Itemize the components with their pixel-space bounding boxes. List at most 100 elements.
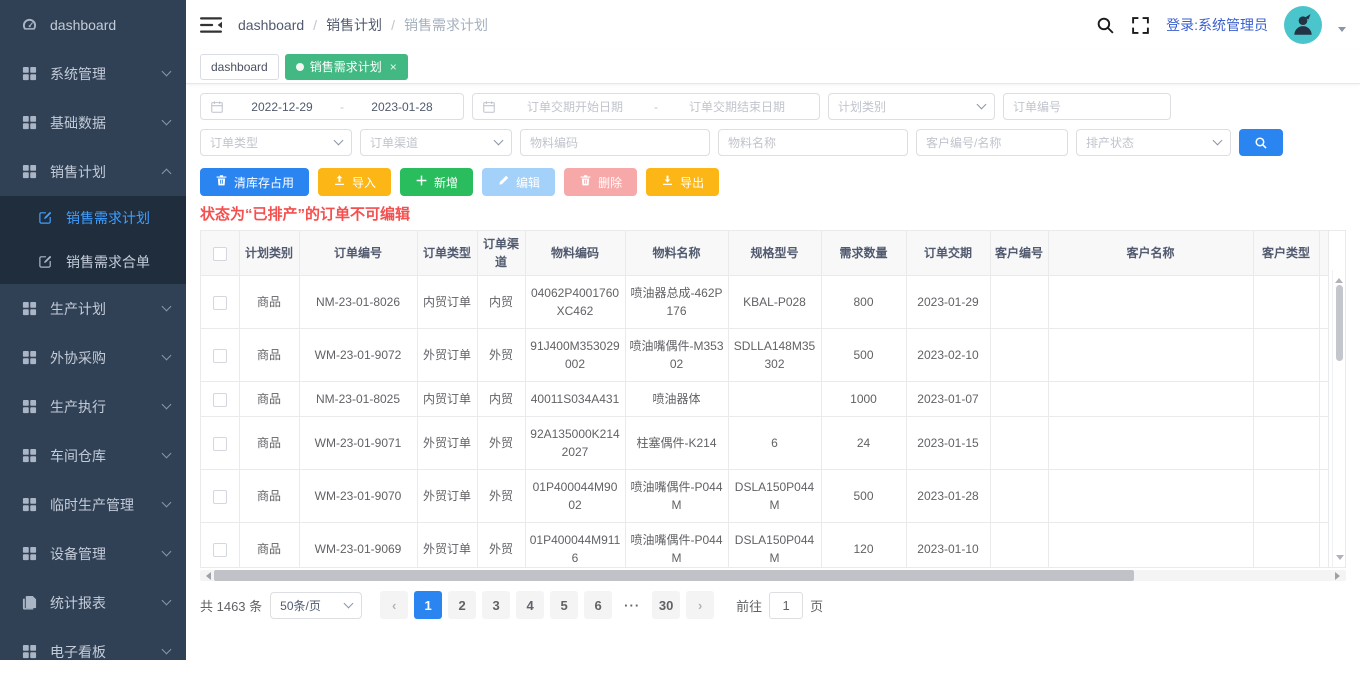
sidebar-item[interactable]: 车间仓库 <box>0 431 186 480</box>
sidebar-item[interactable]: 临时生产管理 <box>0 480 186 529</box>
sidebar-subitem[interactable]: 销售需求计划 <box>0 196 186 240</box>
customer-input[interactable] <box>926 136 1058 150</box>
table-row[interactable]: 商品 WM-23-01-9069 外贸订单 外贸 01P400044M9116 … <box>201 523 1329 569</box>
row-checkbox[interactable] <box>213 349 227 363</box>
page-button[interactable]: 2 <box>448 591 476 619</box>
scroll-up-icon[interactable] <box>1335 274 1343 283</box>
report-icon <box>22 595 38 611</box>
toolbar-button[interactable]: 删除 <box>564 168 637 196</box>
scroll-left-icon[interactable] <box>202 572 211 580</box>
breadcrumb-item[interactable]: 销售计划 <box>326 15 382 35</box>
page-button[interactable]: ··· <box>618 591 646 619</box>
page-button[interactable]: 4 <box>516 591 544 619</box>
row-checkbox[interactable] <box>213 437 227 451</box>
sidebar-item[interactable]: 设备管理 <box>0 529 186 578</box>
table-row[interactable]: 商品 NM-23-01-8025 内贸订单 内贸 40011S034A431 喷… <box>201 382 1329 417</box>
horizontal-scroll-thumb[interactable] <box>214 570 1134 581</box>
cell-spec: 6 <box>728 417 821 470</box>
tab-dashboard[interactable]: dashboard <box>200 54 279 80</box>
cell-customer-name <box>1048 470 1253 523</box>
total-count-label: 共 1463 条 <box>200 596 262 615</box>
col-spec: 规格型号 <box>728 231 821 276</box>
cell-material-code: 04062P4001760XC462 <box>525 276 625 329</box>
vertical-scroll-thumb[interactable] <box>1336 285 1343 361</box>
order-channel-select[interactable]: 订单渠道 <box>360 129 512 156</box>
toolbar-button[interactable]: 清库存占用 <box>200 168 309 196</box>
select-all-checkbox[interactable] <box>213 247 227 261</box>
tab-sales-demand-plan[interactable]: 销售需求计划 × <box>285 54 408 80</box>
table-row[interactable]: 商品 WM-23-01-9071 外贸订单 外贸 92A135000K21420… <box>201 417 1329 470</box>
row-checkbox[interactable] <box>213 490 227 504</box>
sidebar-item[interactable]: 生产计划 <box>0 284 186 333</box>
page-size-select[interactable]: 50条/页 <box>270 592 362 619</box>
sidebar-item[interactable]: 外协采购 <box>0 333 186 382</box>
cell-customer-type <box>1253 523 1319 569</box>
table-row[interactable]: 商品 WM-23-01-9070 外贸订单 外贸 01P400044M9002 … <box>201 470 1329 523</box>
sidebar-item[interactable]: 销售计划 <box>0 147 186 196</box>
fold-sidebar-icon[interactable] <box>200 16 222 34</box>
cell-order-type: 外贸订单 <box>417 470 477 523</box>
sidebar-subitem[interactable]: 销售需求合单 <box>0 240 186 284</box>
avatar-caret-icon[interactable] <box>1338 27 1346 36</box>
cell-spec <box>728 382 821 417</box>
login-user-label[interactable]: 登录:系统管理员 <box>1166 15 1268 35</box>
sidebar-item[interactable]: dashboard <box>0 0 186 49</box>
sidebar-item[interactable]: 系统管理 <box>0 49 186 98</box>
schedule-status-select[interactable]: 排产状态 <box>1076 129 1231 156</box>
sidebar-item[interactable]: 电子看板 <box>0 627 186 676</box>
breadcrumb-item[interactable]: dashboard <box>238 17 304 33</box>
order-no-input[interactable] <box>1013 100 1161 114</box>
cell-plan-type: 商品 <box>239 523 299 569</box>
toolbar-button[interactable]: 导出 <box>646 168 719 196</box>
close-tab-icon[interactable]: × <box>390 60 397 74</box>
cell-customer-name <box>1048 417 1253 470</box>
page-button[interactable]: 3 <box>482 591 510 619</box>
prev-page-button[interactable]: ‹ <box>380 591 408 619</box>
chevron-icon <box>162 547 172 557</box>
page-button[interactable]: 6 <box>584 591 612 619</box>
table-row[interactable]: 商品 NM-23-01-8026 内贸订单 内贸 04062P4001760XC… <box>201 276 1329 329</box>
cell-material-code: 01P400044M9002 <box>525 470 625 523</box>
row-checkbox[interactable] <box>213 296 227 310</box>
page-button[interactable]: 30 <box>652 591 680 619</box>
pagination-bar: 共 1463 条 50条/页 ‹ 1 2 3 4 5 6 <box>186 581 1360 629</box>
page-button[interactable]: 5 <box>550 591 578 619</box>
vertical-scrollbar[interactable] <box>1332 270 1345 567</box>
row-checkbox[interactable] <box>213 393 227 407</box>
due-start-placeholder[interactable]: 订单交期开始日期 <box>502 98 648 115</box>
date-start-value[interactable]: 2022-12-29 <box>230 100 334 114</box>
scroll-right-icon[interactable] <box>1335 572 1344 580</box>
cell-order-type: 外贸订单 <box>417 523 477 569</box>
order-due-date-range-picker[interactable]: 订单交期开始日期 - 订单交期结束日期 <box>472 93 820 120</box>
toolbar-button[interactable]: 新增 <box>400 168 473 196</box>
horizontal-scrollbar[interactable] <box>200 570 1346 581</box>
filter-panel: 2022-12-29 - 2023-01-28 订单交期开始日期 - 订单交期结… <box>186 84 1360 156</box>
page-button[interactable]: 1 <box>414 591 442 619</box>
sidebar-item[interactable]: 统计报表 <box>0 578 186 627</box>
toolbar-button[interactable]: 编辑 <box>482 168 555 196</box>
edit-restriction-notice: 状态为“已排产”的订单不可编辑 <box>186 196 1360 230</box>
scroll-down-icon[interactable] <box>1336 555 1344 564</box>
date-end-value[interactable]: 2023-01-28 <box>350 100 454 114</box>
search-button[interactable] <box>1239 129 1283 156</box>
chevron-icon <box>162 116 172 126</box>
user-avatar[interactable] <box>1284 6 1322 44</box>
table-row[interactable]: 商品 WM-23-01-9072 外贸订单 外贸 91J400M35302900… <box>201 329 1329 382</box>
order-no-input-box <box>1003 93 1171 120</box>
sidebar-item-label: 外协采购 <box>50 348 106 368</box>
material-name-input[interactable] <box>728 136 898 150</box>
sidebar-item[interactable]: 生产执行 <box>0 382 186 431</box>
due-end-placeholder[interactable]: 订单交期结束日期 <box>664 98 810 115</box>
material-code-input[interactable] <box>530 136 700 150</box>
goto-page-input[interactable] <box>769 592 803 619</box>
plan-type-select[interactable]: 计划类别 <box>828 93 995 120</box>
order-type-select[interactable]: 订单类型 <box>200 129 352 156</box>
next-page-button[interactable]: › <box>686 591 714 619</box>
sidebar-item[interactable]: 基础数据 <box>0 98 186 147</box>
search-icon[interactable] <box>1096 16 1115 35</box>
toolbar-button[interactable]: 导入 <box>318 168 391 196</box>
row-checkbox[interactable] <box>213 543 227 557</box>
created-date-range-picker[interactable]: 2022-12-29 - 2023-01-28 <box>200 93 464 120</box>
main-area: dashboard / 销售计划 / 销售需求计划 登录:系统管理员 dashb… <box>186 0 1360 660</box>
fullscreen-icon[interactable] <box>1131 16 1150 35</box>
